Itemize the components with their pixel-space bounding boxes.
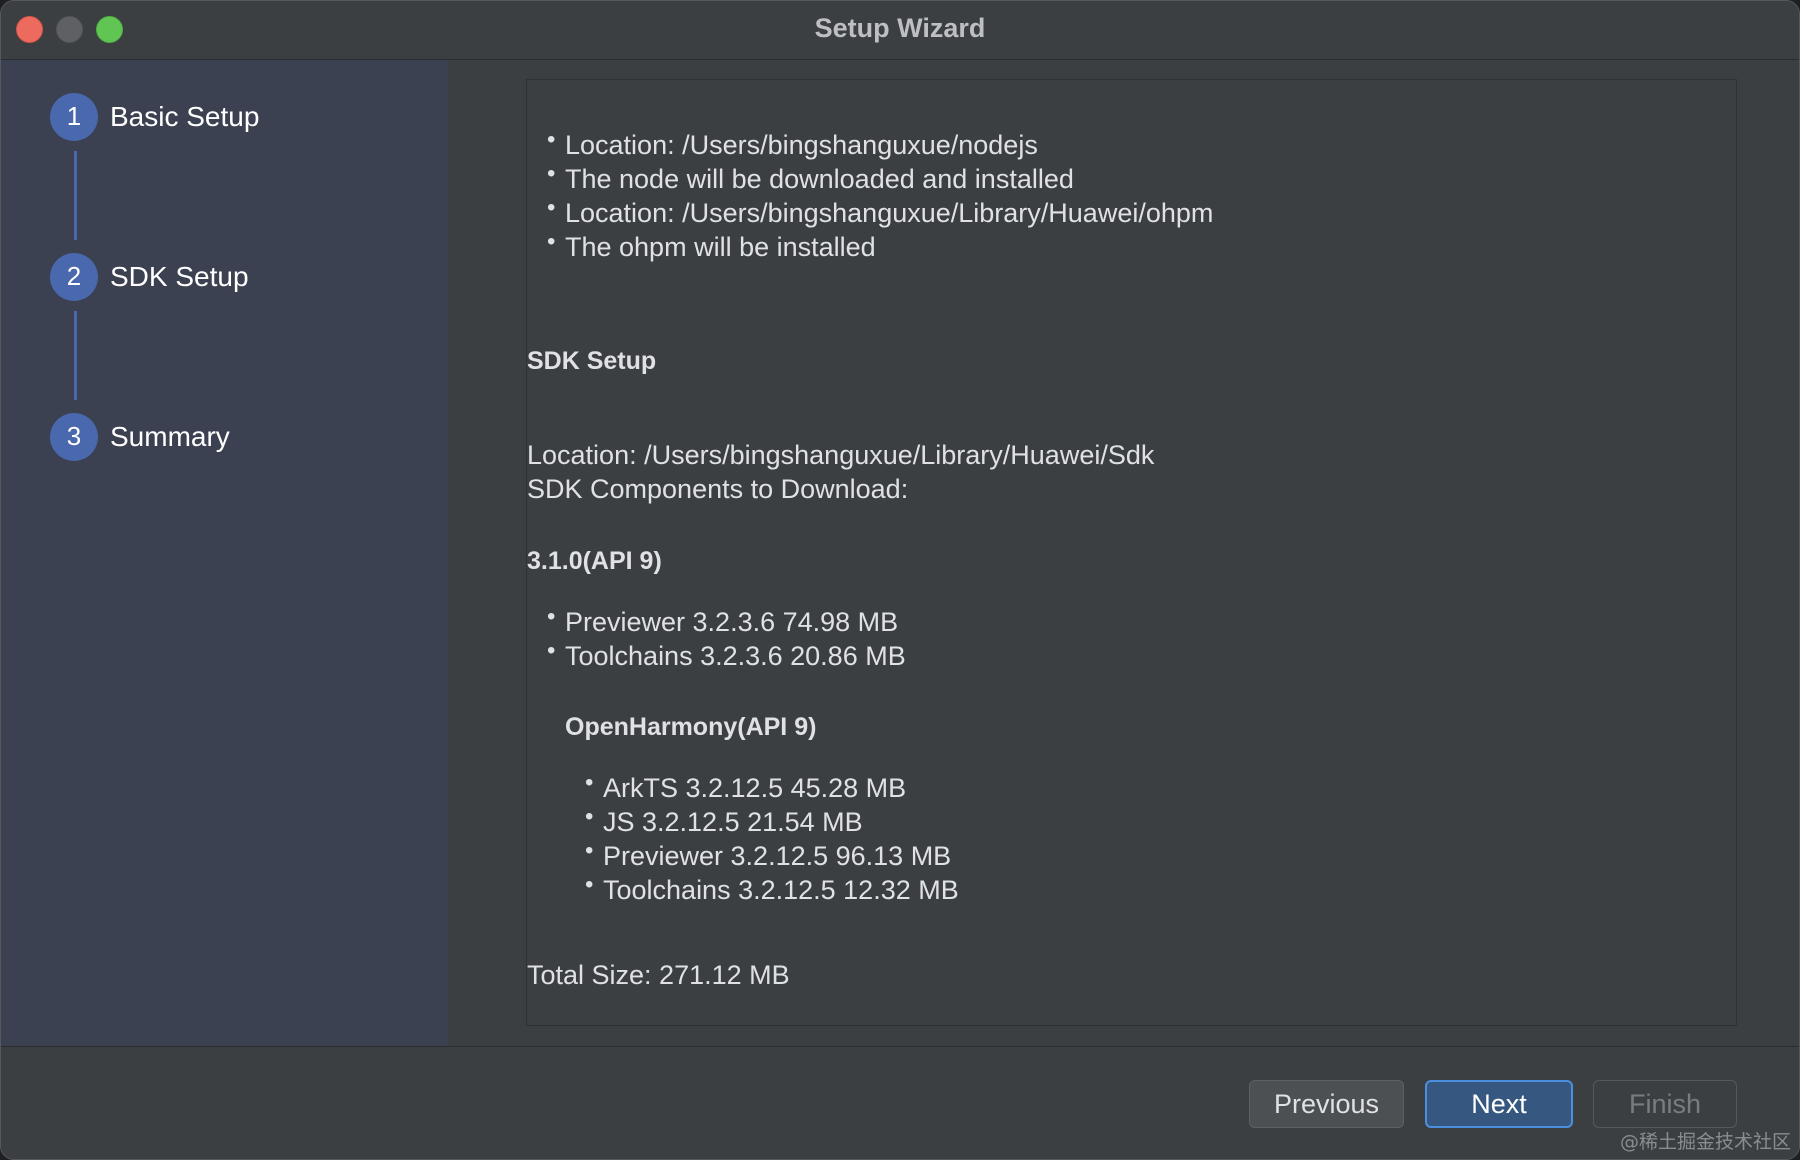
openharmony-heading: OpenHarmony(API 9)	[565, 713, 817, 741]
bullet-icon: •	[547, 194, 556, 221]
list-item-text: The node will be downloaded and installe…	[565, 164, 1074, 194]
list-item-text: ArkTS 3.2.12.5 45.28 MB	[603, 773, 907, 803]
list-item-text: JS 3.2.12.5 21.54 MB	[603, 807, 863, 837]
list-item: • Toolchains 3.2.12.5 12.32 MB	[585, 871, 959, 906]
step-label: SDK Setup	[110, 260, 249, 292]
sdk-components-label: SDK Components to Download:	[527, 474, 909, 504]
bullet-icon: •	[585, 871, 594, 898]
list-item: • Previewer 3.2.12.5 96.13 MB	[585, 837, 952, 872]
list-item-text: The ohpm will be installed	[565, 232, 876, 262]
finish-button[interactable]: Finish	[1593, 1080, 1737, 1128]
list-item: • Location: /Users/bingshanguxue/Library…	[547, 194, 1214, 229]
list-item: • The node will be downloaded and instal…	[547, 160, 1074, 195]
total-size-text: Total Size: 271.12 MB	[527, 960, 790, 990]
list-item-text: Location: /Users/bingshanguxue/nodejs	[565, 130, 1038, 160]
previous-button[interactable]: Previous	[1249, 1080, 1404, 1128]
bullet-icon: •	[547, 637, 556, 664]
title-bar: Setup Wizard	[1, 1, 1799, 60]
next-button[interactable]: Next	[1425, 1080, 1573, 1128]
step-connector	[74, 151, 77, 240]
wizard-steps-sidebar: 1 Basic Setup 2 SDK Setup 3 Summary	[1, 60, 448, 1046]
bullet-icon: •	[585, 837, 594, 864]
list-item: • ArkTS 3.2.12.5 45.28 MB	[585, 769, 907, 804]
list-item: • Previewer 3.2.3.6 74.98 MB	[547, 603, 899, 638]
step-basic-setup[interactable]: 1 Basic Setup	[50, 92, 259, 141]
step-number-badge: 3	[50, 412, 98, 461]
step-number-badge: 1	[50, 92, 98, 141]
list-item: • Toolchains 3.2.3.6 20.86 MB	[547, 637, 906, 672]
bullet-icon: •	[547, 603, 556, 630]
wizard-footer: Previous Next Finish @稀土掘金技术社区	[1, 1046, 1799, 1159]
list-item: • Location: /Users/bingshanguxue/nodejs	[547, 126, 1038, 161]
list-item-text: Toolchains 3.2.12.5 12.32 MB	[603, 875, 959, 905]
list-item-text: Toolchains 3.2.3.6 20.86 MB	[565, 641, 906, 671]
sdk-setup-heading: SDK Setup	[527, 347, 657, 375]
list-item-text: Location: /Users/bingshanguxue/Library/H…	[565, 198, 1214, 228]
bullet-icon: •	[585, 769, 594, 796]
list-item: • The ohpm will be installed	[547, 228, 876, 263]
watermark: @稀土掘金技术社区	[1619, 1131, 1791, 1153]
step-summary[interactable]: 3 Summary	[50, 412, 230, 461]
api-version-heading: 3.1.0(API 9)	[527, 547, 662, 575]
bullet-icon: •	[585, 803, 594, 830]
step-label: Basic Setup	[110, 100, 260, 132]
sdk-location-text: Location: /Users/bingshanguxue/Library/H…	[527, 440, 1155, 470]
summary-content-panel[interactable]: • Location: /Users/bingshanguxue/nodejs …	[526, 79, 1737, 1026]
bullet-icon: •	[547, 228, 556, 255]
list-item-text: Previewer 3.2.3.6 74.98 MB	[565, 607, 899, 637]
window-title: Setup Wizard	[814, 13, 986, 43]
step-sdk-setup[interactable]: 2 SDK Setup	[50, 252, 249, 301]
bullet-icon: •	[547, 160, 556, 187]
setup-wizard-window: Setup Wizard 1 Basic Setup 2 SDK Setup 3…	[0, 0, 1800, 1160]
list-item: • JS 3.2.12.5 21.54 MB	[585, 803, 863, 838]
step-number-badge: 2	[50, 252, 98, 301]
step-connector	[74, 311, 77, 400]
bullet-icon: •	[547, 126, 556, 153]
list-item-text: Previewer 3.2.12.5 96.13 MB	[603, 841, 952, 871]
step-label: Summary	[110, 420, 230, 452]
